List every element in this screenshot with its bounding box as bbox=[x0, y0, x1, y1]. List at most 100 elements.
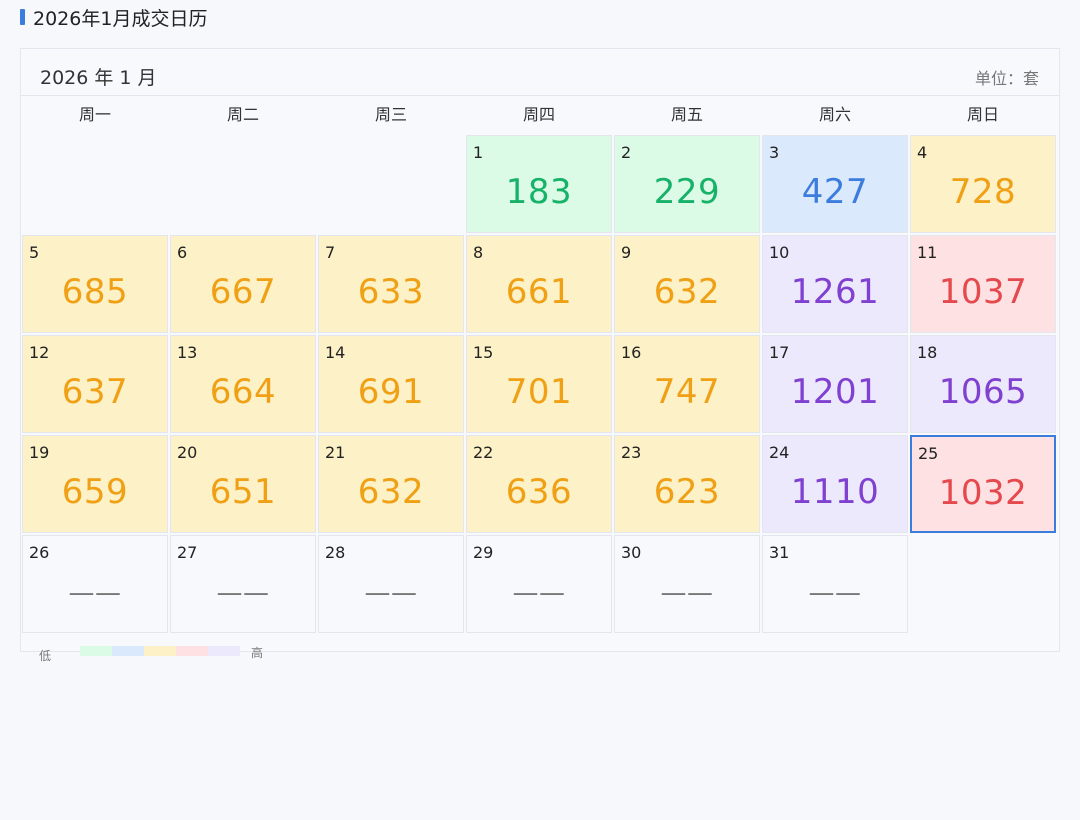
day-value: —— bbox=[364, 578, 418, 608]
day-number: 11 bbox=[917, 243, 938, 262]
calendar-day-cell[interactable]: 20 651 bbox=[170, 435, 316, 533]
day-value: 664 bbox=[209, 372, 277, 412]
weekday-tue: 周二 bbox=[226, 105, 259, 124]
calendar-day-cell[interactable]: 21 632 bbox=[318, 435, 464, 533]
calendar-day-cell[interactable]: 17 1201 bbox=[762, 335, 908, 433]
calendar-day-cell[interactable]: 15 701 bbox=[466, 335, 612, 433]
day-number: 23 bbox=[621, 443, 642, 462]
day-number: 13 bbox=[177, 343, 198, 362]
day-value: 1110 bbox=[790, 472, 880, 512]
day-value: —— bbox=[216, 578, 270, 608]
day-number: 5 bbox=[29, 243, 40, 262]
legend-swatch bbox=[112, 646, 144, 656]
title-accent-bar bbox=[20, 9, 25, 25]
day-number: 4 bbox=[917, 143, 928, 162]
day-value: 659 bbox=[61, 472, 129, 512]
day-number: 26 bbox=[29, 543, 50, 562]
weekday-sun: 周日 bbox=[966, 105, 999, 124]
day-value: 728 bbox=[949, 172, 1017, 212]
day-value: 1065 bbox=[938, 372, 1028, 412]
day-value: 632 bbox=[357, 472, 425, 512]
calendar-day-cell[interactable]: 30 —— bbox=[614, 535, 760, 633]
calendar-day-cell[interactable]: 24 1110 bbox=[762, 435, 908, 533]
color-legend: 低 高 bbox=[20, 644, 280, 663]
calendar-day-cell[interactable]: 7 633 bbox=[318, 235, 464, 333]
day-number: 29 bbox=[473, 543, 494, 562]
page-title: 2026年1月成交日历 bbox=[20, 6, 208, 30]
weekday-thu: 周四 bbox=[522, 105, 555, 124]
calendar-day-cell[interactable]: 23 623 bbox=[614, 435, 760, 533]
calendar-day-cell[interactable]: 10 1261 bbox=[762, 235, 908, 333]
day-value: 661 bbox=[505, 272, 573, 312]
calendar-day-cell[interactable]: 29 —— bbox=[466, 535, 612, 633]
legend-swatch bbox=[80, 646, 112, 656]
day-number: 21 bbox=[325, 443, 346, 462]
day-value: 229 bbox=[653, 172, 721, 212]
day-number: 3 bbox=[769, 143, 780, 162]
unit-label: 单位：套 bbox=[974, 69, 1039, 88]
calendar-day-cell[interactable]: 9 632 bbox=[614, 235, 760, 333]
day-number: 2 bbox=[621, 143, 632, 162]
day-value: 636 bbox=[505, 472, 573, 512]
calendar-day-cell[interactable]: 5 685 bbox=[22, 235, 168, 333]
legend-low-label: 低 bbox=[39, 649, 52, 663]
legend-swatch bbox=[144, 646, 176, 656]
calendar-day-cell[interactable]: 22 636 bbox=[466, 435, 612, 533]
day-number: 10 bbox=[769, 243, 790, 262]
day-value: 183 bbox=[505, 172, 573, 212]
calendar-day-cell[interactable]: 26 —— bbox=[22, 535, 168, 633]
calendar-day-cell[interactable]: 27 —— bbox=[170, 535, 316, 633]
calendar-day-cell[interactable]: 25 1032 bbox=[910, 435, 1056, 533]
calendar-panel: 2026 年 1 月 单位：套 周一 周二 周三 周四 周五 周六 周日 1 18… bbox=[20, 48, 1060, 652]
calendar-day-cell[interactable]: 31 —— bbox=[762, 535, 908, 633]
day-number: 6 bbox=[177, 243, 188, 262]
day-number: 18 bbox=[917, 343, 938, 362]
calendar-day-cell[interactable]: 12 637 bbox=[22, 335, 168, 433]
day-value: 1037 bbox=[938, 272, 1028, 312]
calendar-grid: 1 183 2 229 3 427 4 728 5 685 6 667 7 633 8 661 9 632 10 12… bbox=[21, 135, 1059, 635]
day-value: —— bbox=[68, 578, 122, 608]
day-number: 28 bbox=[325, 543, 346, 562]
day-number: 27 bbox=[177, 543, 198, 562]
day-number: 16 bbox=[621, 343, 642, 362]
day-value: —— bbox=[660, 578, 714, 608]
weekday-header-row: 周一 周二 周三 周四 周五 周六 周日 bbox=[21, 96, 1059, 134]
calendar-day-cell[interactable]: 14 691 bbox=[318, 335, 464, 433]
calendar-day-cell[interactable]: 6 667 bbox=[170, 235, 316, 333]
day-value: 651 bbox=[209, 472, 277, 512]
day-number: 15 bbox=[473, 343, 494, 362]
day-value: 747 bbox=[653, 372, 721, 412]
page-title-text: 2026年1月成交日历 bbox=[33, 7, 208, 30]
day-value: 1032 bbox=[938, 473, 1028, 513]
day-number: 31 bbox=[769, 543, 790, 562]
calendar-day-cell[interactable]: 3 427 bbox=[762, 135, 908, 233]
day-number: 8 bbox=[473, 243, 484, 262]
calendar-day-cell[interactable]: 11 1037 bbox=[910, 235, 1056, 333]
calendar-day-cell[interactable]: 1 183 bbox=[466, 135, 612, 233]
calendar-day-cell[interactable]: 4 728 bbox=[910, 135, 1056, 233]
month-label: 2026 年 1 月 bbox=[40, 67, 157, 89]
calendar-day-cell[interactable]: 16 747 bbox=[614, 335, 760, 433]
legend-high-label: 高 bbox=[251, 646, 264, 660]
day-number: 25 bbox=[918, 444, 939, 463]
calendar-day-cell[interactable]: 8 661 bbox=[466, 235, 612, 333]
day-value: 691 bbox=[357, 372, 425, 412]
weekday-mon: 周一 bbox=[78, 105, 111, 124]
calendar-day-cell[interactable]: 28 —— bbox=[318, 535, 464, 633]
weekday-fri: 周五 bbox=[670, 105, 703, 124]
day-value: —— bbox=[512, 578, 566, 608]
day-number: 22 bbox=[473, 443, 494, 462]
day-number: 14 bbox=[325, 343, 346, 362]
day-number: 17 bbox=[769, 343, 790, 362]
calendar-day-cell[interactable]: 18 1065 bbox=[910, 335, 1056, 433]
calendar-day-cell[interactable]: 13 664 bbox=[170, 335, 316, 433]
day-number: 24 bbox=[769, 443, 790, 462]
day-value: 632 bbox=[653, 272, 721, 312]
day-number: 30 bbox=[621, 543, 642, 562]
day-number: 19 bbox=[29, 443, 50, 462]
day-value: 1261 bbox=[790, 272, 880, 312]
calendar-day-cell[interactable]: 19 659 bbox=[22, 435, 168, 533]
day-value: 685 bbox=[61, 272, 129, 312]
weekday-sat: 周六 bbox=[818, 105, 851, 124]
calendar-day-cell[interactable]: 2 229 bbox=[614, 135, 760, 233]
